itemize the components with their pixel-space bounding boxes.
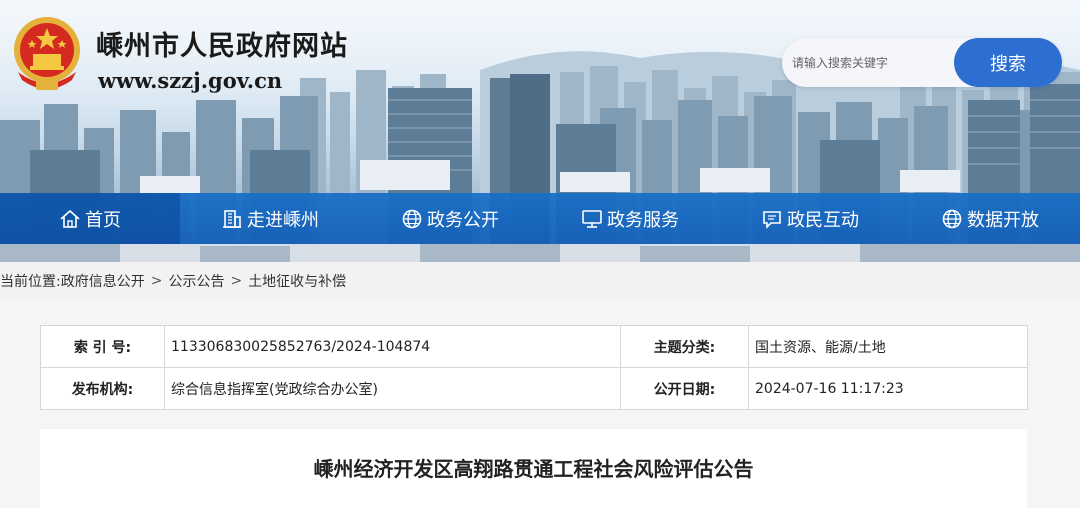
nav-item-open-data[interactable]: 数据开放: [900, 193, 1080, 244]
nav-item-label: 走进嵊州: [247, 209, 319, 231]
nav-item-interaction[interactable]: 政民互动: [720, 193, 900, 244]
main-nav: 首页 走进嵊州 政务公开 政务服务 政民互动 数据开放: [0, 193, 1080, 244]
globe-icon: [941, 208, 963, 230]
monitor-icon: [581, 208, 603, 230]
breadcrumb: 当前位置: 政府信息公开 > 公示公告 > 土地征收与补偿: [0, 262, 1080, 300]
breadcrumb-link-land[interactable]: 土地征收与补偿: [248, 271, 346, 291]
article-panel: 嵊州经济开发区高翔路贯通工程社会风险评估公告: [40, 429, 1027, 508]
main-content: 索 引 号: 113306830025852763/2024-104874 主题…: [0, 300, 1080, 508]
header-banner: 嵊州市人民政府网站 www.szzj.gov.cn 搜索 首页 走进嵊州 政务公…: [0, 0, 1080, 262]
date-label: 公开日期:: [620, 367, 749, 410]
publisher-label: 发布机构:: [40, 367, 165, 410]
search-input[interactable]: [792, 48, 952, 78]
breadcrumb-separator: >: [150, 273, 163, 289]
breadcrumb-prefix: 当前位置:: [0, 274, 61, 290]
globe-icon: [401, 208, 423, 230]
search-box: 搜索: [782, 38, 1062, 87]
nav-item-label: 数据开放: [967, 209, 1039, 231]
nav-item-label: 政务公开: [427, 209, 499, 231]
search-button[interactable]: 搜索: [954, 38, 1062, 87]
breadcrumb-separator: >: [230, 273, 243, 289]
national-emblem-icon: [14, 17, 80, 90]
nav-item-label: 首页: [85, 209, 121, 231]
date-value: 2024-07-16 11:17:23: [748, 367, 1028, 410]
site-url[interactable]: www.szzj.gov.cn: [98, 68, 282, 93]
nav-item-label: 政民互动: [787, 209, 859, 231]
breadcrumb-link-notices[interactable]: 公示公告: [168, 271, 224, 291]
category-label: 主题分类:: [620, 325, 749, 368]
article-title: 嵊州经济开发区高翔路贯通工程社会风险评估公告: [313, 457, 754, 481]
chat-icon: [761, 208, 783, 230]
table-row: 发布机构: 综合信息指挥室(党政综合办公室) 公开日期: 2024-07-16 …: [40, 367, 1028, 410]
site-title[interactable]: 嵊州市人民政府网站: [96, 24, 348, 63]
nav-item-about[interactable]: 走进嵊州: [180, 193, 360, 244]
breadcrumb-link-gov-info[interactable]: 政府信息公开: [61, 271, 145, 291]
building-icon: [221, 208, 243, 230]
document-meta-table: 索 引 号: 113306830025852763/2024-104874 主题…: [40, 325, 1028, 410]
category-value: 国土资源、能源/土地: [748, 325, 1028, 368]
table-row: 索 引 号: 113306830025852763/2024-104874 主题…: [40, 325, 1028, 368]
publisher-value: 综合信息指挥室(党政综合办公室): [164, 367, 621, 410]
nav-item-gov-service[interactable]: 政务服务: [540, 193, 720, 244]
nav-item-label: 政务服务: [607, 209, 679, 231]
nav-item-home[interactable]: 首页: [0, 193, 180, 244]
index-value: 113306830025852763/2024-104874: [164, 325, 621, 368]
nav-item-gov-info[interactable]: 政务公开: [360, 193, 540, 244]
index-label: 索 引 号:: [40, 325, 165, 368]
home-icon: [59, 208, 81, 230]
